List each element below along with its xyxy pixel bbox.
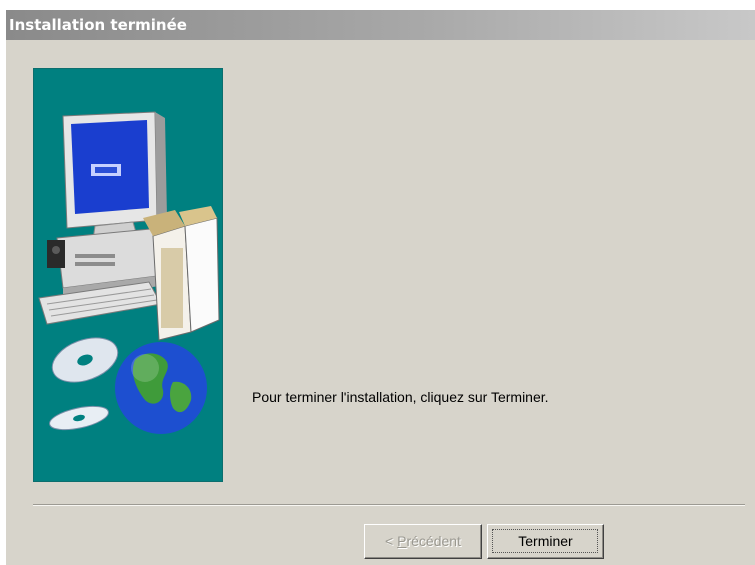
wizard-illustration xyxy=(38,111,220,434)
previous-button-label: récédent xyxy=(406,533,461,549)
wizard-side-panel xyxy=(33,68,223,482)
finish-button[interactable]: Terminer xyxy=(487,524,604,559)
window-title: Installation terminée xyxy=(9,16,187,34)
globe-icon xyxy=(115,342,207,434)
cd-disc-icon xyxy=(49,337,119,431)
previous-button-prefix: < xyxy=(385,533,398,549)
title-bar: Installation terminée xyxy=(6,10,755,40)
finish-button-label: Terminer xyxy=(518,533,573,549)
installer-dialog: Installation terminée Pour terminer l'in… xyxy=(6,10,755,565)
button-separator xyxy=(33,504,745,506)
previous-button[interactable]: < Précédent xyxy=(364,524,482,559)
completion-message: Pour terminer l'installation, cliquez su… xyxy=(252,389,549,405)
